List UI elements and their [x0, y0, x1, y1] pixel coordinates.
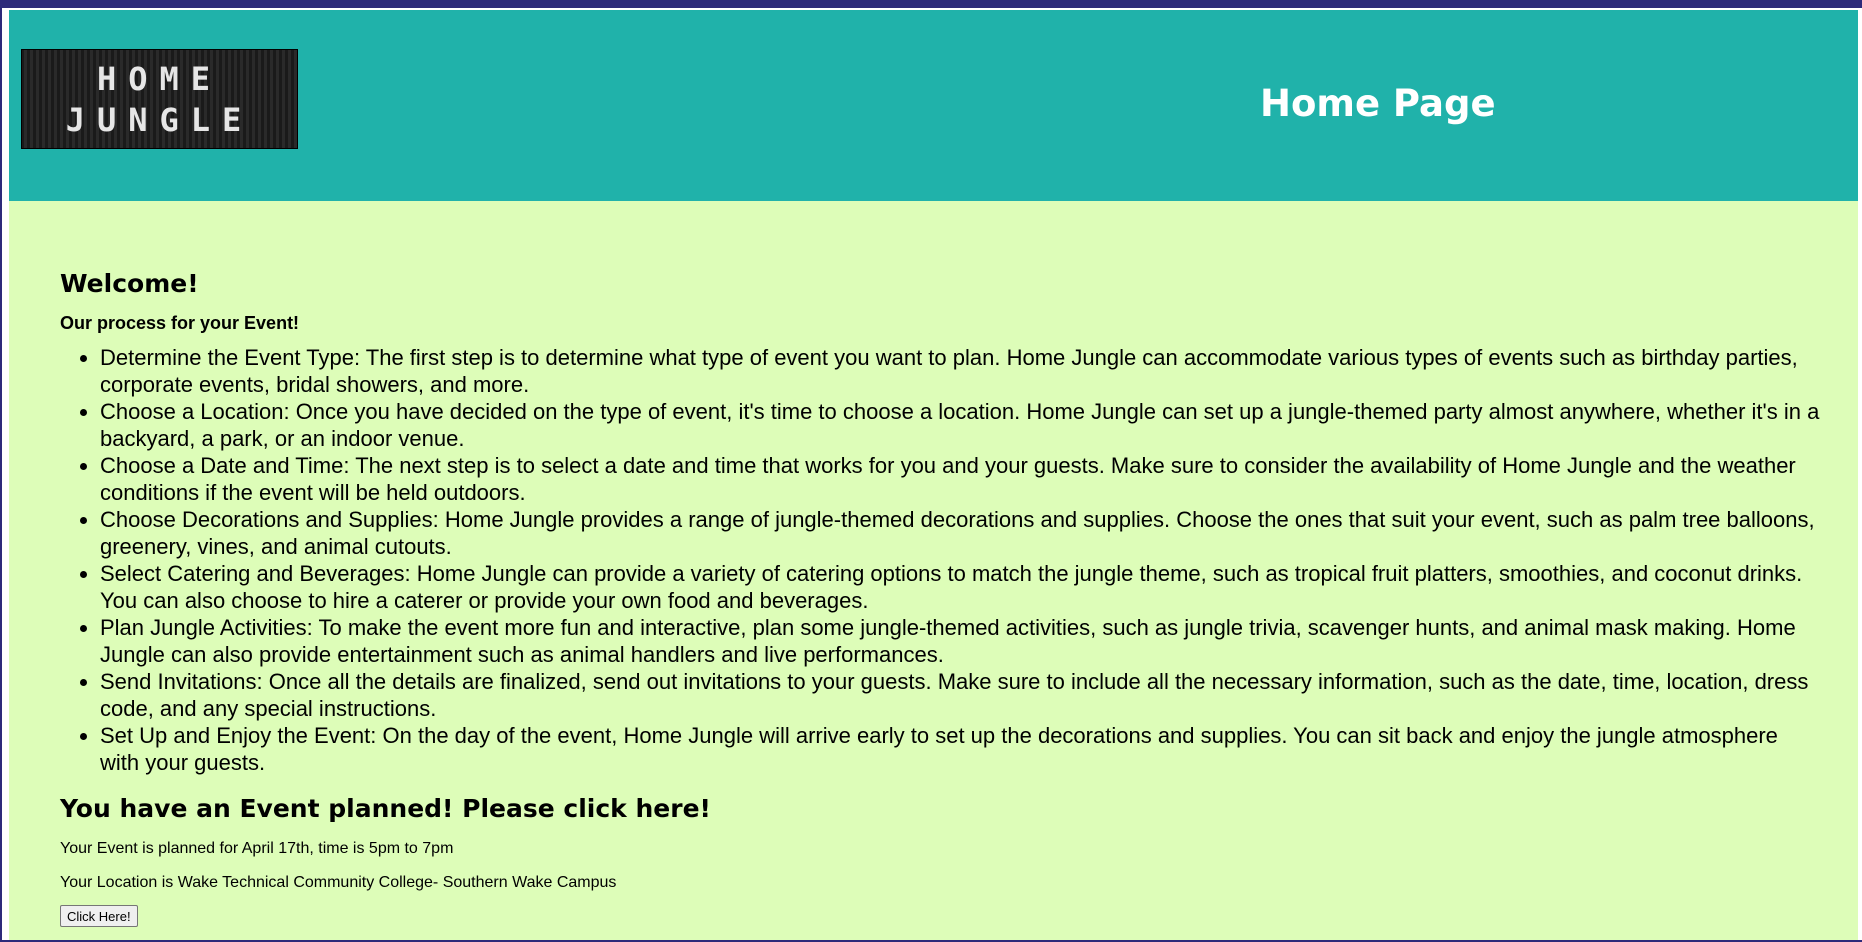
list-item: Send Invitations: Once all the details a…	[100, 668, 1820, 722]
page-title: Home Page	[1260, 82, 1496, 125]
list-item: Choose a Date and Time: The next step is…	[100, 452, 1820, 506]
page: HOME JUNGLE Home Page Welcome! Our proce…	[9, 10, 1858, 940]
event-date-info: Your Event is planned for April 17th, ti…	[60, 840, 454, 857]
list-item: Determine the Event Type: The first step…	[100, 344, 1820, 398]
home-jungle-logo: HOME JUNGLE	[21, 49, 298, 149]
process-title: Our process for your Event!	[60, 313, 300, 333]
event-location-info: Your Location is Wake Technical Communit…	[60, 874, 617, 891]
list-item: Choose a Location: Once you have decided…	[100, 398, 1820, 452]
logo-line-1: HOME	[96, 60, 223, 98]
list-item: Plan Jungle Activities: To make the even…	[100, 614, 1820, 668]
list-item: Select Catering and Beverages: Home Jung…	[100, 560, 1820, 614]
window-frame-top	[0, 0, 1862, 8]
event-heading: You have an Event planned! Please click …	[60, 794, 711, 823]
header-banner: HOME JUNGLE Home Page	[9, 10, 1858, 201]
list-item: Choose Decorations and Supplies: Home Ju…	[100, 506, 1820, 560]
click-here-button[interactable]: Click Here!	[60, 905, 138, 927]
list-item: Set Up and Enjoy the Event: On the day o…	[100, 722, 1820, 776]
logo-line-2: JUNGLE	[65, 101, 254, 139]
window-frame-left	[0, 0, 2, 942]
main-content: Welcome! Our process for your Event! Det…	[60, 268, 1820, 927]
welcome-heading: Welcome!	[60, 269, 199, 298]
process-steps-list: Determine the Event Type: The first step…	[60, 344, 1820, 776]
